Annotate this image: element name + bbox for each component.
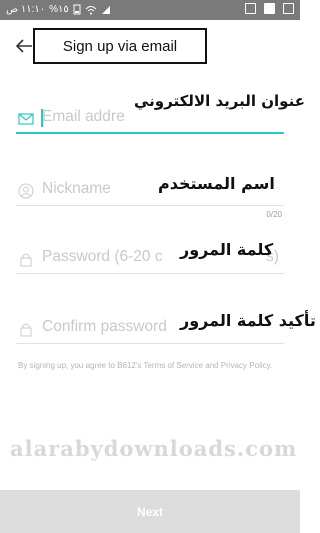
- nickname-placeholder: Nickname: [42, 180, 111, 197]
- password-placeholder: Password (6-20 c: [42, 248, 163, 265]
- page-title: Sign up via email: [33, 28, 207, 64]
- lock-icon: [20, 323, 32, 337]
- watermark: alarabydownloads.com: [10, 436, 298, 461]
- terms-text[interactable]: By signing up, you agree to B612's Terms…: [18, 360, 283, 371]
- status-left: ١١:١٠ ص %١٥: [6, 4, 111, 15]
- camera-icon: [245, 3, 256, 14]
- nickname-annotation: اسم المستخدم: [158, 174, 275, 193]
- status-time: ١١:١٠ ص: [6, 4, 46, 15]
- battery-icon: [73, 4, 81, 15]
- back-arrow-icon[interactable]: [14, 36, 34, 56]
- next-button[interactable]: Next: [0, 490, 300, 533]
- user-icon: [18, 183, 34, 199]
- nickname-underline: [16, 205, 284, 206]
- signal-icon: [101, 5, 110, 14]
- email-placeholder: Email addre: [42, 108, 125, 125]
- lock-icon: [20, 253, 32, 267]
- confirm-password-annotation: تأكيد كلمة المرور: [180, 311, 316, 330]
- email-annotation: عنوان البريد الالكتروني: [134, 92, 305, 110]
- password-underline: [16, 273, 284, 274]
- email-underline: [16, 132, 284, 134]
- text-caret: [41, 109, 43, 127]
- confirm-password-underline: [16, 343, 284, 344]
- status-right: [245, 3, 294, 14]
- confirm-password-placeholder: Confirm password: [42, 318, 167, 335]
- wifi-icon: [85, 5, 97, 14]
- header: Sign up via email: [0, 28, 300, 64]
- gallery-icon: [283, 3, 294, 14]
- nickname-counter: 0/20: [266, 210, 282, 219]
- battery-percent: %١٥: [49, 4, 69, 15]
- mail-icon: [18, 113, 34, 125]
- status-bar: ١١:١٠ ص %١٥: [0, 0, 300, 20]
- notification-icon: [264, 3, 275, 14]
- password-annotation: كلمة المرور: [180, 240, 274, 259]
